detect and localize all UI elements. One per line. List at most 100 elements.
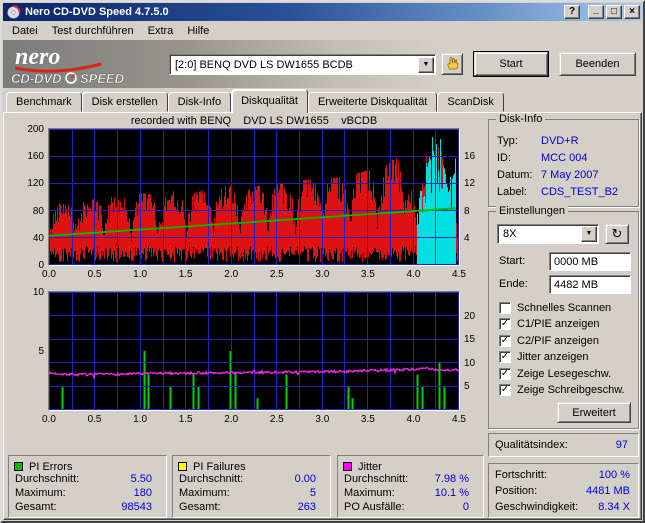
checkbox-schnelles-scannen[interactable]: Schnelles Scannen — [499, 300, 611, 315]
tab-benchmark[interactable]: Benchmark — [6, 92, 82, 112]
checkbox-c2-pif-anzeigen[interactable]: ✓ C2/PIF anzeigen — [499, 333, 599, 348]
checkbox-box[interactable]: ✓ — [499, 367, 511, 380]
stat-label: Maximum: — [179, 487, 230, 499]
stat-row: Maximum: 5 — [173, 487, 330, 501]
nero-logo-text: nero — [15, 44, 60, 70]
tab-disk-info[interactable]: Disk-Info — [167, 92, 232, 112]
stat-row: Durchschnitt: 5.50 — [9, 473, 166, 487]
stat-panel-pi-errors: PI Errors Durchschnitt: 5.50 Maximum: 180 Ges… — [8, 455, 167, 518]
axis-tick: 16 — [464, 151, 476, 163]
axis-tick: 200 — [27, 124, 44, 135]
help-button[interactable]: ? — [564, 5, 580, 19]
tab-erweiterte-diskqualit-t[interactable]: Erweiterte Diskqualität — [307, 92, 438, 112]
axis-tick: 4.5 — [452, 414, 466, 425]
checkbox-jitter-anzeigen[interactable]: ✓ Jitter anzeigen — [499, 350, 589, 365]
disk-info-value: DVD+R — [541, 134, 579, 147]
quality-index-box: Qualitätsindex: 97 — [488, 433, 639, 457]
disk-info-row: Typ: DVD+R — [489, 132, 638, 149]
disk-info-group: Disk-Info Typ: DVD+R ID: MCC 004 Datum: 7 May… — [488, 113, 639, 207]
checkbox-box[interactable]: ✓ — [499, 351, 511, 363]
axis-tick: 120 — [27, 178, 44, 190]
checkbox-box[interactable]: ✓ — [499, 334, 511, 347]
progress-label: Fortschritt: — [495, 469, 547, 481]
progress-row: Position: 4481 MB — [489, 483, 638, 499]
checkbox-zeige-schreibgeschw[interactable]: ✓ Zeige Schreibgeschw. — [499, 383, 625, 398]
checkbox-label: C1/PIE anzeigen — [517, 318, 600, 330]
menu-item-hilfe[interactable]: Hilfe — [180, 23, 216, 39]
hand-cursor-button[interactable] — [441, 53, 463, 75]
stat-label: Maximum: — [15, 487, 66, 499]
checkbox-box[interactable]: ✓ — [499, 318, 511, 330]
checkbox-label: C2/PIF anzeigen — [517, 334, 599, 347]
checkbox-box[interactable] — [499, 301, 511, 314]
checkbox-c1-pie-anzeigen[interactable]: ✓ C1/PIE anzeigen — [499, 317, 600, 332]
drive-select[interactable]: [2:0] BENQ DVD LS DW1655 BCDB ▼ — [169, 54, 436, 75]
stat-row: Gesamt: 98543 — [9, 501, 166, 515]
axis-tick: 12 — [464, 178, 476, 190]
tab-diskqualit-t[interactable]: Diskqualität — [231, 89, 308, 113]
disk-info-label: Label: — [497, 185, 527, 198]
minimize-button[interactable]: _ — [588, 5, 604, 19]
menu-item-test-durchf-hren[interactable]: Test durchführen — [45, 23, 141, 39]
disk-info-label: ID: — [497, 151, 512, 164]
advanced-button[interactable]: Erweitert — [557, 402, 631, 423]
progress-box: Fortschritt: 100 % Position: 4481 MB Geschwi… — [488, 463, 639, 518]
stat-value: 5.50 — [130, 473, 152, 485]
checkbox-label: Zeige Schreibgeschw. — [517, 384, 625, 396]
close-button[interactable]: × — [624, 5, 640, 19]
axis-tick: 2.0 — [224, 414, 239, 425]
axis-tick: 3.0 — [315, 414, 330, 425]
stat-value: 7.98 % — [434, 473, 469, 485]
drive-select-value: [2:0] BENQ DVD LS DW1655 BCDB — [175, 58, 353, 71]
stat-label: Gesamt: — [15, 501, 57, 513]
stat-row: Maximum: 180 — [9, 487, 166, 501]
stat-panel-title: PI Failures — [193, 460, 246, 473]
stat-value: 5 — [309, 487, 316, 499]
logo-speed-text: SPEED — [80, 71, 125, 86]
logo-cd-dvd-text: CD-DVD — [11, 71, 62, 86]
start-button[interactable]: Start — [474, 52, 548, 76]
axis-tick: 0.0 — [42, 414, 56, 425]
quality-index-value: 97 — [615, 439, 628, 451]
axis-tick: 20 — [464, 310, 476, 322]
app-icon — [6, 4, 21, 20]
dropdown-arrow-icon[interactable]: ▼ — [418, 56, 434, 73]
title-bar[interactable]: Nero CD-DVD Speed 4.7.5.0 ? _ □ × — [3, 3, 642, 21]
disk-info-row: Datum: 7 May 2007 — [489, 166, 638, 183]
menu-item-extra[interactable]: Extra — [141, 23, 181, 39]
axis-tick: 10 — [464, 357, 476, 369]
axis-tick: 10 — [32, 287, 44, 298]
progress-value: 8.34 X — [598, 501, 630, 513]
stat-label: Maximum: — [344, 487, 395, 499]
progress-value: 100 % — [598, 469, 630, 481]
checkbox-box[interactable]: ✓ — [499, 384, 511, 396]
jitter-pif-chart: 10 5 20 15 10 5 0.0 0.5 1.0 1.5 2.0 2.5 3.0 3.5 4.0 4.5 — [4, 275, 488, 425]
quit-button[interactable]: Beenden — [559, 52, 636, 76]
stat-value: 180 — [133, 487, 152, 499]
quality-index-label: Qualitätsindex: — [495, 439, 568, 451]
disk-info-title: Disk-Info — [496, 113, 546, 125]
axis-tick: 1.0 — [133, 414, 148, 425]
stat-label: Gesamt: — [179, 501, 221, 513]
tab-strip: Benchmark Disk erstellen Disk-Info Diskqual… — [3, 89, 642, 113]
tab-disk-erstellen[interactable]: Disk erstellen — [81, 92, 168, 112]
progress-row: Geschwindigkeit: 8.34 X — [489, 499, 638, 515]
tab-scandisk[interactable]: ScanDisk — [437, 92, 504, 112]
disk-info-label: Typ: — [497, 134, 518, 147]
checkbox-zeige-lesegeschw[interactable]: ✓ Zeige Lesegeschw. — [499, 366, 611, 381]
menu-item-datei[interactable]: Datei — [5, 23, 45, 39]
progress-label: Position: — [495, 485, 538, 497]
nero-logo: nero CD-DVD SPEED — [11, 44, 125, 86]
axis-tick: 15 — [464, 334, 476, 346]
stat-value: 0 — [462, 501, 469, 513]
tab-page-diskquality: recorded with BENQ DVD LS DW1655 vBCDB 2… — [3, 112, 642, 520]
stat-row: Gesamt: 263 — [173, 501, 330, 515]
axis-tick: 8 — [464, 205, 470, 217]
stat-panel-header: Jitter — [338, 456, 483, 473]
maximize-button[interactable]: □ — [606, 5, 622, 19]
checkbox-label: Jitter anzeigen — [517, 351, 589, 363]
axis-tick: 80 — [32, 205, 44, 217]
progress-row: Fortschritt: 100 % — [489, 467, 638, 483]
legend-color-chip — [14, 462, 23, 471]
legend-color-chip — [343, 462, 352, 471]
